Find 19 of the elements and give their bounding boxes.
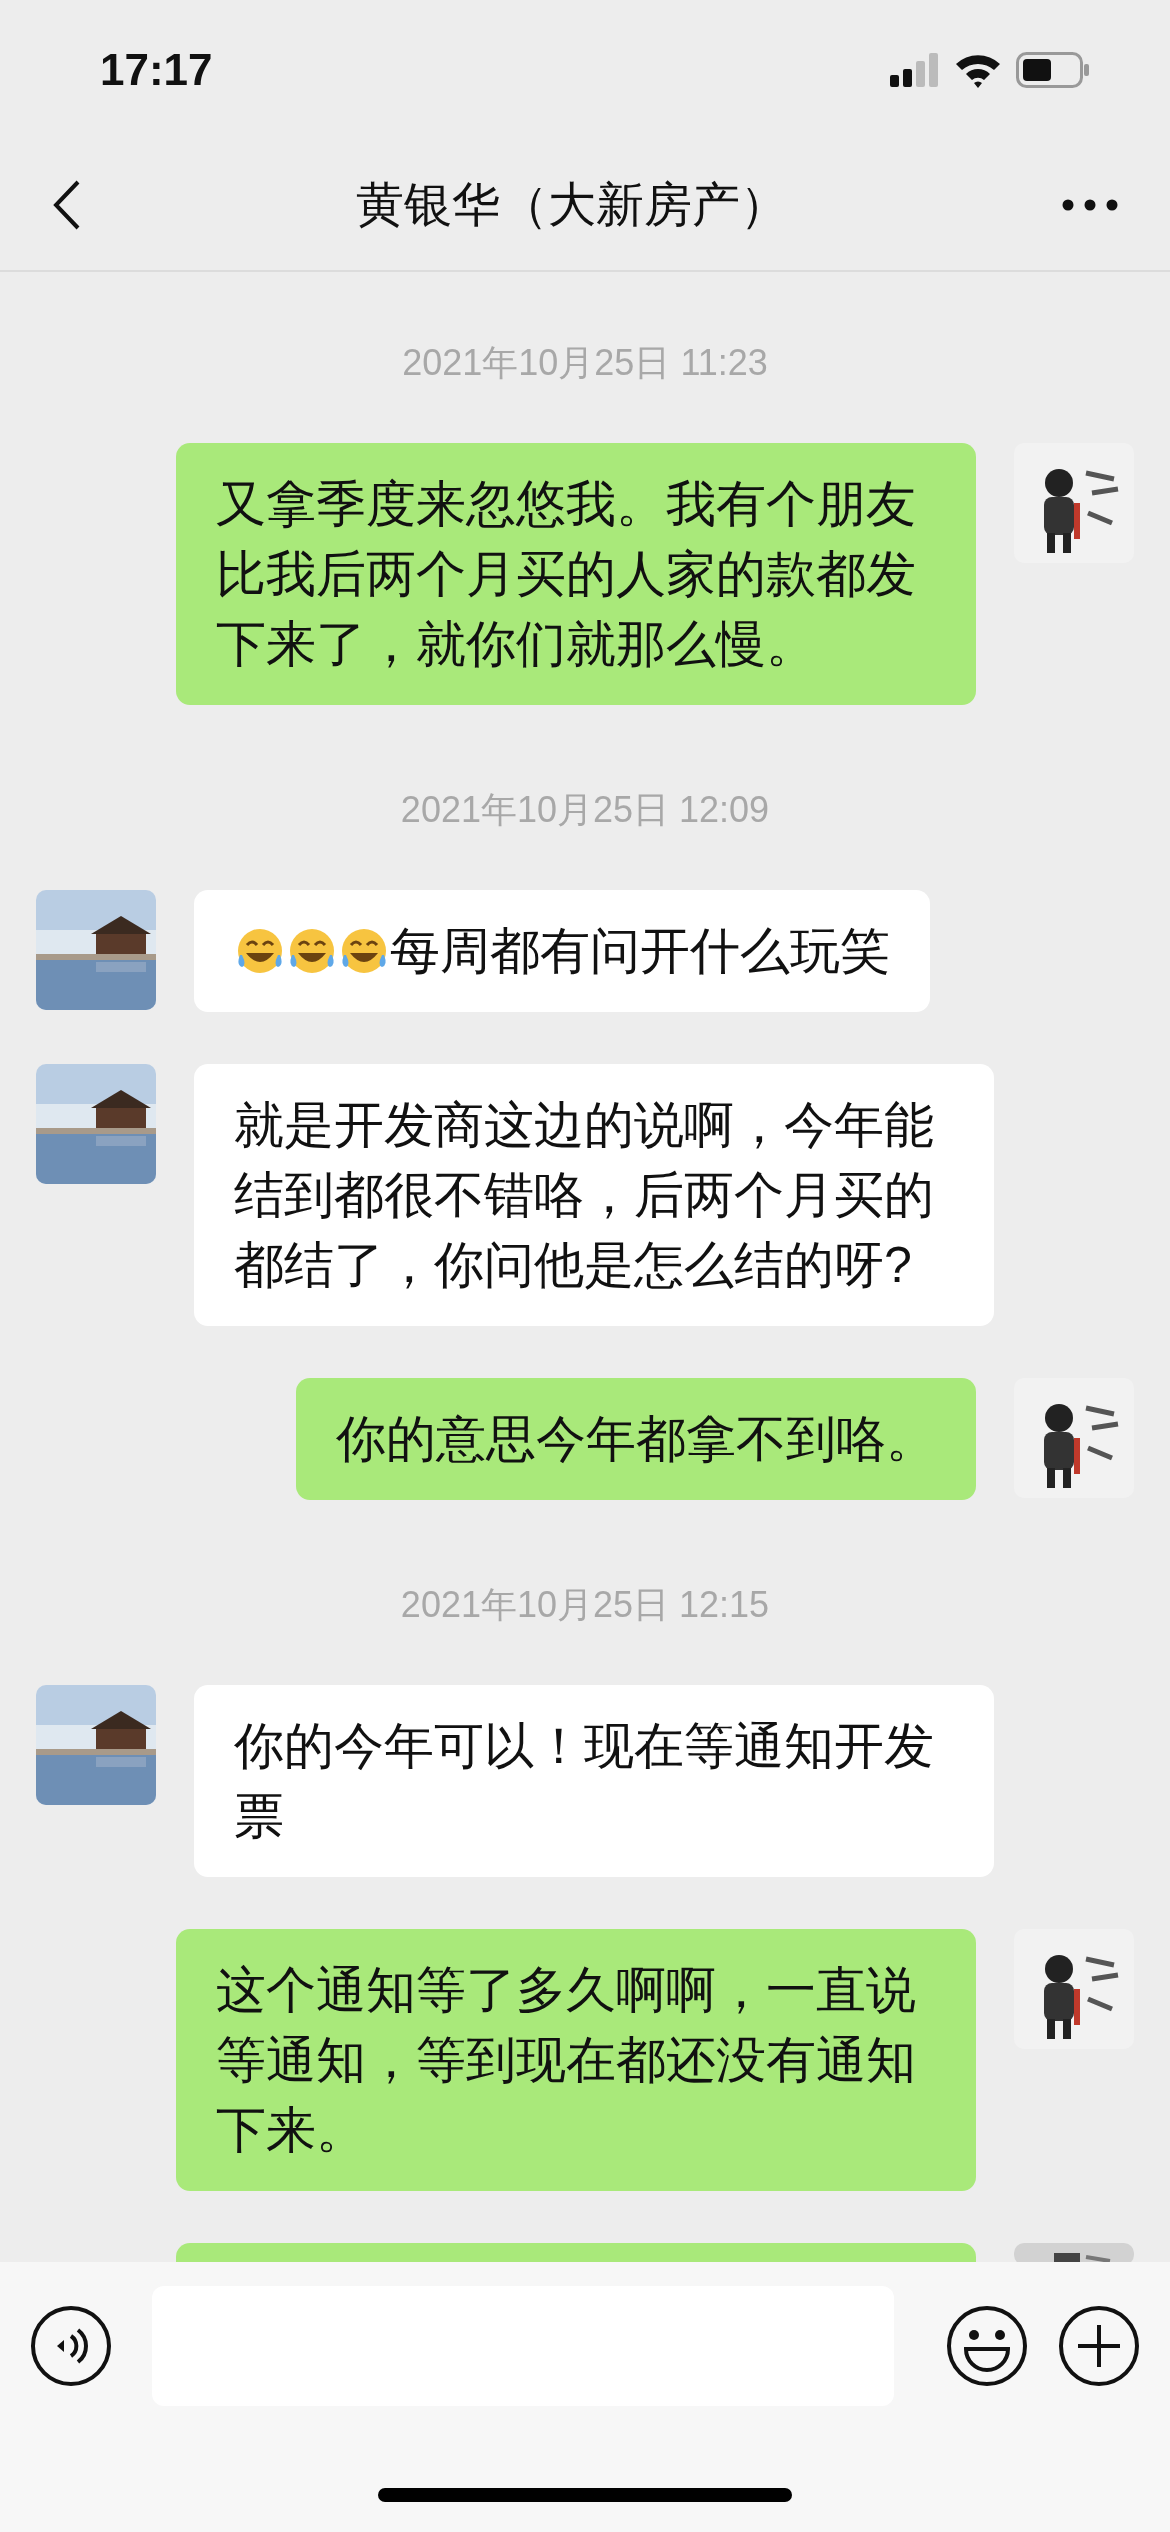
status-time: 17:17 [100,45,213,95]
timestamp: 2021年10月25日 12:15 [399,1583,771,1627]
message-text: 这个通知等了多久啊啊，一直说等通知，等到现在都还没有通知下来。 [216,1961,917,2160]
timestamp: 2021年10月25日 12:09 [399,788,771,832]
back-icon[interactable] [52,179,82,231]
message-text: 你的今年可以！现在等通知开发票 [234,1717,935,1846]
add-icon[interactable] [1058,2305,1140,2387]
emoji-icon[interactable] [946,2305,1028,2387]
voice-icon[interactable] [30,2305,112,2387]
timestamp: 2021年10月25日 11:23 [401,341,769,385]
battery-icon [1016,52,1090,88]
signal-icon [890,53,940,87]
more-icon[interactable] [1062,199,1118,211]
message-text: 你的意思今年都拿不到咯。 [336,1410,936,1469]
chat-title: 黄银华（大新房产） [356,177,788,233]
message-text: 就是开发商这边的说啊，今年能结到都很不错咯，后两个月买的都结了，你问他是怎么结的呀? [234,1096,935,1295]
message-text: 每周都有问开什么玩笑 [390,922,890,981]
wifi-icon [954,52,1002,88]
message-text: 又拿季度来忽悠我。我有个朋友比我后两个月买的人家的款都发下来了，就你们就那么慢。 [216,475,917,674]
